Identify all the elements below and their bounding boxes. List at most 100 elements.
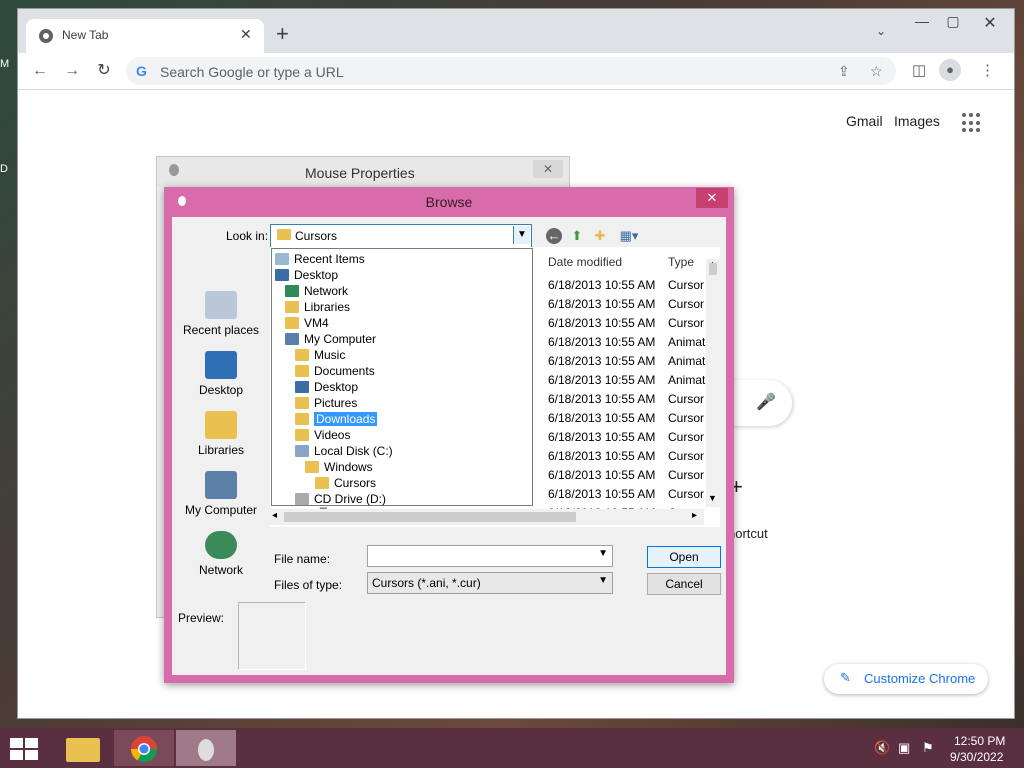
folder-icon (275, 269, 289, 281)
chevron-down-icon[interactable]: ▼ (598, 548, 608, 559)
dropdown-item-label: VM4 (304, 316, 329, 330)
back-icon[interactable]: ← (30, 61, 50, 81)
file-type-cell: Cursor (668, 449, 705, 463)
share-icon[interactable]: ⇪ (838, 63, 850, 80)
profile-icon[interactable]: ● (939, 59, 961, 81)
place-my-computer[interactable]: My Computer (178, 471, 264, 517)
dropdown-item[interactable]: Desktop (275, 267, 338, 283)
place-recent-places[interactable]: Recent places (178, 291, 264, 337)
dropdown-item[interactable]: CD Drive (D:) (295, 491, 386, 507)
dropdown-item-label: Documents (314, 364, 375, 378)
clock-time[interactable]: 12:50 PM (954, 734, 1005, 748)
horizontal-scroll-thumb[interactable] (284, 512, 576, 522)
dropdown-item[interactable]: Windows (305, 459, 373, 475)
dropdown-item-label: Cursors (334, 476, 377, 490)
vertical-scrollbar[interactable]: ▲ ▼ (706, 259, 720, 507)
bookmark-star-icon[interactable]: ☆ (870, 63, 883, 80)
back-icon[interactable]: ← (546, 228, 562, 244)
file-type-cell: Cursor (668, 468, 705, 482)
forward-icon[interactable]: → (62, 61, 82, 81)
images-link[interactable]: Images (894, 113, 940, 129)
dropdown-item[interactable]: Network (285, 283, 348, 299)
chevron-down-icon[interactable]: ▼ (598, 575, 608, 586)
up-folder-icon[interactable]: ⬆ (569, 228, 585, 244)
browser-toolbar: ← → ↻ G Search Google or type a URL ⇪ ☆ … (18, 53, 1014, 90)
files-of-type-select[interactable]: Cursors (*.ani, *.cur) ▼ (367, 572, 613, 594)
chevron-down-icon[interactable]: ▼ (513, 226, 530, 244)
tab-new-tab[interactable]: New Tab ✕ (26, 19, 264, 53)
file-name-input[interactable]: ▼ (367, 545, 613, 567)
google-apps-icon[interactable] (962, 113, 982, 133)
dropdown-item[interactable]: Local Disk (C:) (295, 443, 393, 459)
column-header-type[interactable]: Type (668, 255, 694, 269)
chrome-menu-icon[interactable]: ⋮ (980, 61, 995, 79)
new-folder-icon[interactable]: ✚ (592, 228, 608, 244)
maximize-button[interactable]: ▢ (942, 13, 964, 35)
mouse-icon (169, 164, 179, 176)
mouse-properties-close-button[interactable]: ✕ (533, 160, 563, 178)
dropdown-item[interactable]: Desktop (295, 379, 358, 395)
file-date-cell: 6/18/2013 10:55 AM (548, 354, 656, 368)
mouse-properties-taskbar-icon[interactable] (176, 730, 236, 766)
dropdown-item-label: Downloads (314, 412, 378, 426)
tab-bar: New Tab ✕ + ⌄ — ▢ ✕ (18, 9, 1014, 53)
new-tab-button[interactable]: + (276, 23, 289, 45)
address-bar[interactable]: G Search Google or type a URL ⇪ ☆ (126, 57, 896, 85)
vertical-scroll-thumb[interactable] (709, 263, 717, 275)
tab-close-icon[interactable]: ✕ (240, 26, 252, 43)
volume-muted-icon[interactable]: 🔇 (874, 740, 890, 756)
gmail-link[interactable]: Gmail (846, 113, 883, 129)
dropdown-item[interactable]: Pictures (295, 395, 357, 411)
file-type-cell: Cursor (668, 411, 705, 425)
customize-chrome-button[interactable]: ✎ Customize Chrome (824, 664, 988, 694)
view-menu-icon[interactable]: ▦▾ (616, 228, 642, 244)
dropdown-item[interactable]: Music (295, 347, 345, 363)
dropdown-item[interactable]: Documents (295, 363, 375, 379)
file-type-cell: Animated (668, 335, 706, 349)
place-label: Libraries (197, 443, 245, 457)
horizontal-scrollbar[interactable]: ◂ ▸ (270, 509, 704, 525)
place-libraries[interactable]: Libraries (178, 411, 264, 457)
dropdown-item[interactable]: Cursors (315, 475, 376, 491)
place-label: Desktop (198, 383, 244, 397)
folder-icon (295, 349, 309, 361)
folder-icon (275, 253, 289, 265)
file-date-cell: 6/18/2013 10:55 AM (548, 316, 656, 330)
browse-body: Look in: Cursors ▼ ← ⬆ ✚ ▦▾ Recent place… (172, 217, 726, 675)
action-center-icon[interactable]: ⚑ (922, 740, 934, 756)
customize-chrome-label: Customize Chrome (864, 671, 976, 686)
close-window-button[interactable]: ✕ (973, 13, 1007, 35)
voice-search-button[interactable]: 🎤 (728, 380, 792, 426)
minimize-button[interactable]: — (911, 13, 933, 35)
place-network[interactable]: Network (178, 531, 264, 577)
scroll-down-icon[interactable]: ▼ (708, 493, 717, 503)
mouse-properties-titlebar[interactable]: Mouse Properties ✕ (157, 157, 569, 187)
browse-close-button[interactable]: ✕ (696, 188, 728, 208)
scroll-right-icon[interactable]: ▸ (692, 510, 697, 521)
file-date-cell: 6/18/2013 10:55 AM (548, 373, 656, 387)
folder-icon (285, 285, 299, 297)
dropdown-item[interactable]: Recent Items (275, 251, 365, 267)
mic-icon: 🎤 (756, 394, 776, 411)
dropdown-item[interactable]: Downloads (295, 411, 378, 427)
reload-icon[interactable]: ↻ (94, 61, 114, 81)
dropdown-item[interactable]: My Computer (285, 331, 376, 347)
network-status-icon[interactable]: ▣ (898, 740, 910, 756)
side-panel-icon[interactable]: ◫ (912, 61, 926, 79)
column-header-date[interactable]: Date modified (548, 255, 622, 269)
open-button[interactable]: Open (647, 546, 721, 568)
file-explorer-icon[interactable] (54, 730, 114, 766)
chrome-taskbar-icon[interactable] (114, 730, 174, 766)
windows-start-icon[interactable] (10, 738, 38, 760)
clock-date[interactable]: 9/30/2022 (950, 750, 1003, 764)
look-in-select[interactable]: Cursors ▼ (270, 224, 532, 248)
dropdown-item[interactable]: Libraries (285, 299, 350, 315)
dropdown-item[interactable]: Videos (295, 427, 350, 443)
dropdown-item-label: Windows (324, 460, 373, 474)
dropdown-item[interactable]: VM4 (285, 315, 329, 331)
scroll-left-icon[interactable]: ◂ (272, 510, 277, 521)
browse-titlebar[interactable]: Browse ✕ (164, 187, 734, 217)
cancel-button[interactable]: Cancel (647, 573, 721, 595)
tab-search-icon[interactable]: ⌄ (876, 24, 886, 38)
place-desktop[interactable]: Desktop (178, 351, 264, 397)
